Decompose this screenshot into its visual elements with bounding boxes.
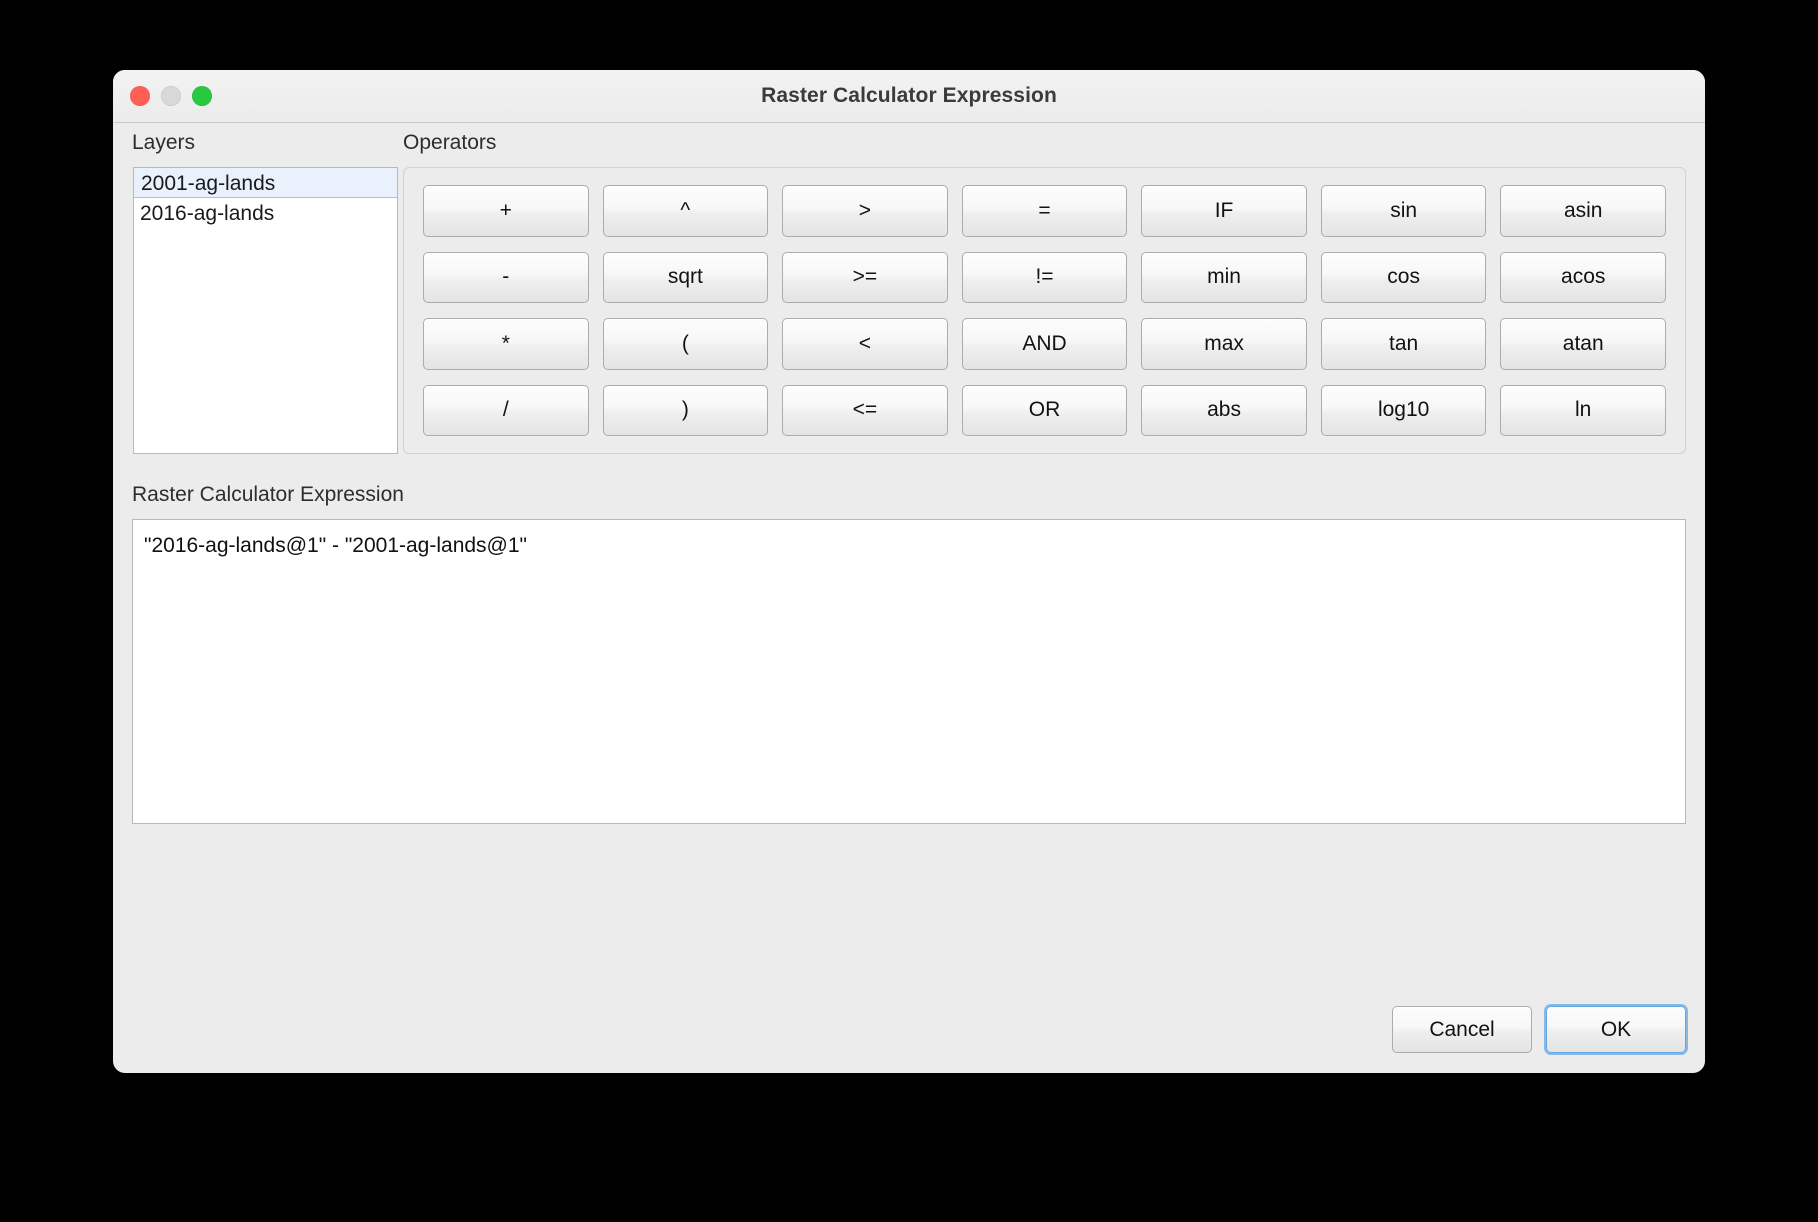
window-controls	[130, 70, 212, 122]
operator-button[interactable]: -	[423, 252, 589, 304]
operator-button[interactable]: atan	[1500, 318, 1666, 370]
operator-button[interactable]: acos	[1500, 252, 1666, 304]
operator-button[interactable]: asin	[1500, 185, 1666, 237]
operator-button[interactable]: sin	[1321, 185, 1487, 237]
operator-button[interactable]: <	[782, 318, 948, 370]
operator-button[interactable]: ^	[603, 185, 769, 237]
operator-button[interactable]: sqrt	[603, 252, 769, 304]
operators-section-label: Operators	[403, 131, 496, 155]
window-title: Raster Calculator Expression	[113, 84, 1705, 108]
operator-button[interactable]: max	[1141, 318, 1307, 370]
window-titlebar: Raster Calculator Expression	[113, 70, 1705, 123]
operator-button[interactable]: log10	[1321, 385, 1487, 437]
expression-input[interactable]: "2016-ag-lands@1" - "2001-ag-lands@1"	[132, 519, 1686, 824]
operator-button[interactable]: min	[1141, 252, 1307, 304]
operator-button[interactable]: (	[603, 318, 769, 370]
operator-button[interactable]: <=	[782, 385, 948, 437]
cancel-button[interactable]: Cancel	[1392, 1006, 1532, 1053]
operator-button[interactable]: IF	[1141, 185, 1307, 237]
operators-grid: +^>=IFsinasin-sqrt>=!=mincosacos*(<ANDma…	[423, 185, 1666, 436]
close-window-button[interactable]	[130, 86, 150, 106]
operator-button[interactable]: abs	[1141, 385, 1307, 437]
operator-button[interactable]: =	[962, 185, 1128, 237]
zoom-window-button[interactable]	[192, 86, 212, 106]
operator-button[interactable]: >=	[782, 252, 948, 304]
layer-list-item[interactable]: 2016-ag-lands	[134, 198, 397, 229]
operators-panel: +^>=IFsinasin-sqrt>=!=mincosacos*(<ANDma…	[403, 167, 1686, 454]
operator-button[interactable]: tan	[1321, 318, 1487, 370]
operator-button[interactable]: AND	[962, 318, 1128, 370]
ok-button[interactable]: OK	[1546, 1006, 1686, 1053]
layer-list-item[interactable]: 2001-ag-lands	[133, 167, 398, 198]
operator-button[interactable]: )	[603, 385, 769, 437]
operator-button[interactable]: !=	[962, 252, 1128, 304]
dialog-body: Layers Operators 2001-ag-lands2016-ag-la…	[113, 123, 1705, 1073]
operator-button[interactable]: cos	[1321, 252, 1487, 304]
layers-section-label: Layers	[132, 131, 195, 155]
operator-button[interactable]: +	[423, 185, 589, 237]
layers-list[interactable]: 2001-ag-lands2016-ag-lands	[133, 167, 398, 454]
operator-button[interactable]: >	[782, 185, 948, 237]
minimize-window-button[interactable]	[161, 86, 181, 106]
operator-button[interactable]: OR	[962, 385, 1128, 437]
operator-button[interactable]: *	[423, 318, 589, 370]
operator-button[interactable]: /	[423, 385, 589, 437]
raster-calculator-expression-window: Raster Calculator Expression Layers Oper…	[113, 70, 1705, 1073]
operator-button[interactable]: ln	[1500, 385, 1666, 437]
dialog-footer: Cancel OK	[1392, 1006, 1686, 1053]
expression-section-label: Raster Calculator Expression	[132, 483, 404, 507]
